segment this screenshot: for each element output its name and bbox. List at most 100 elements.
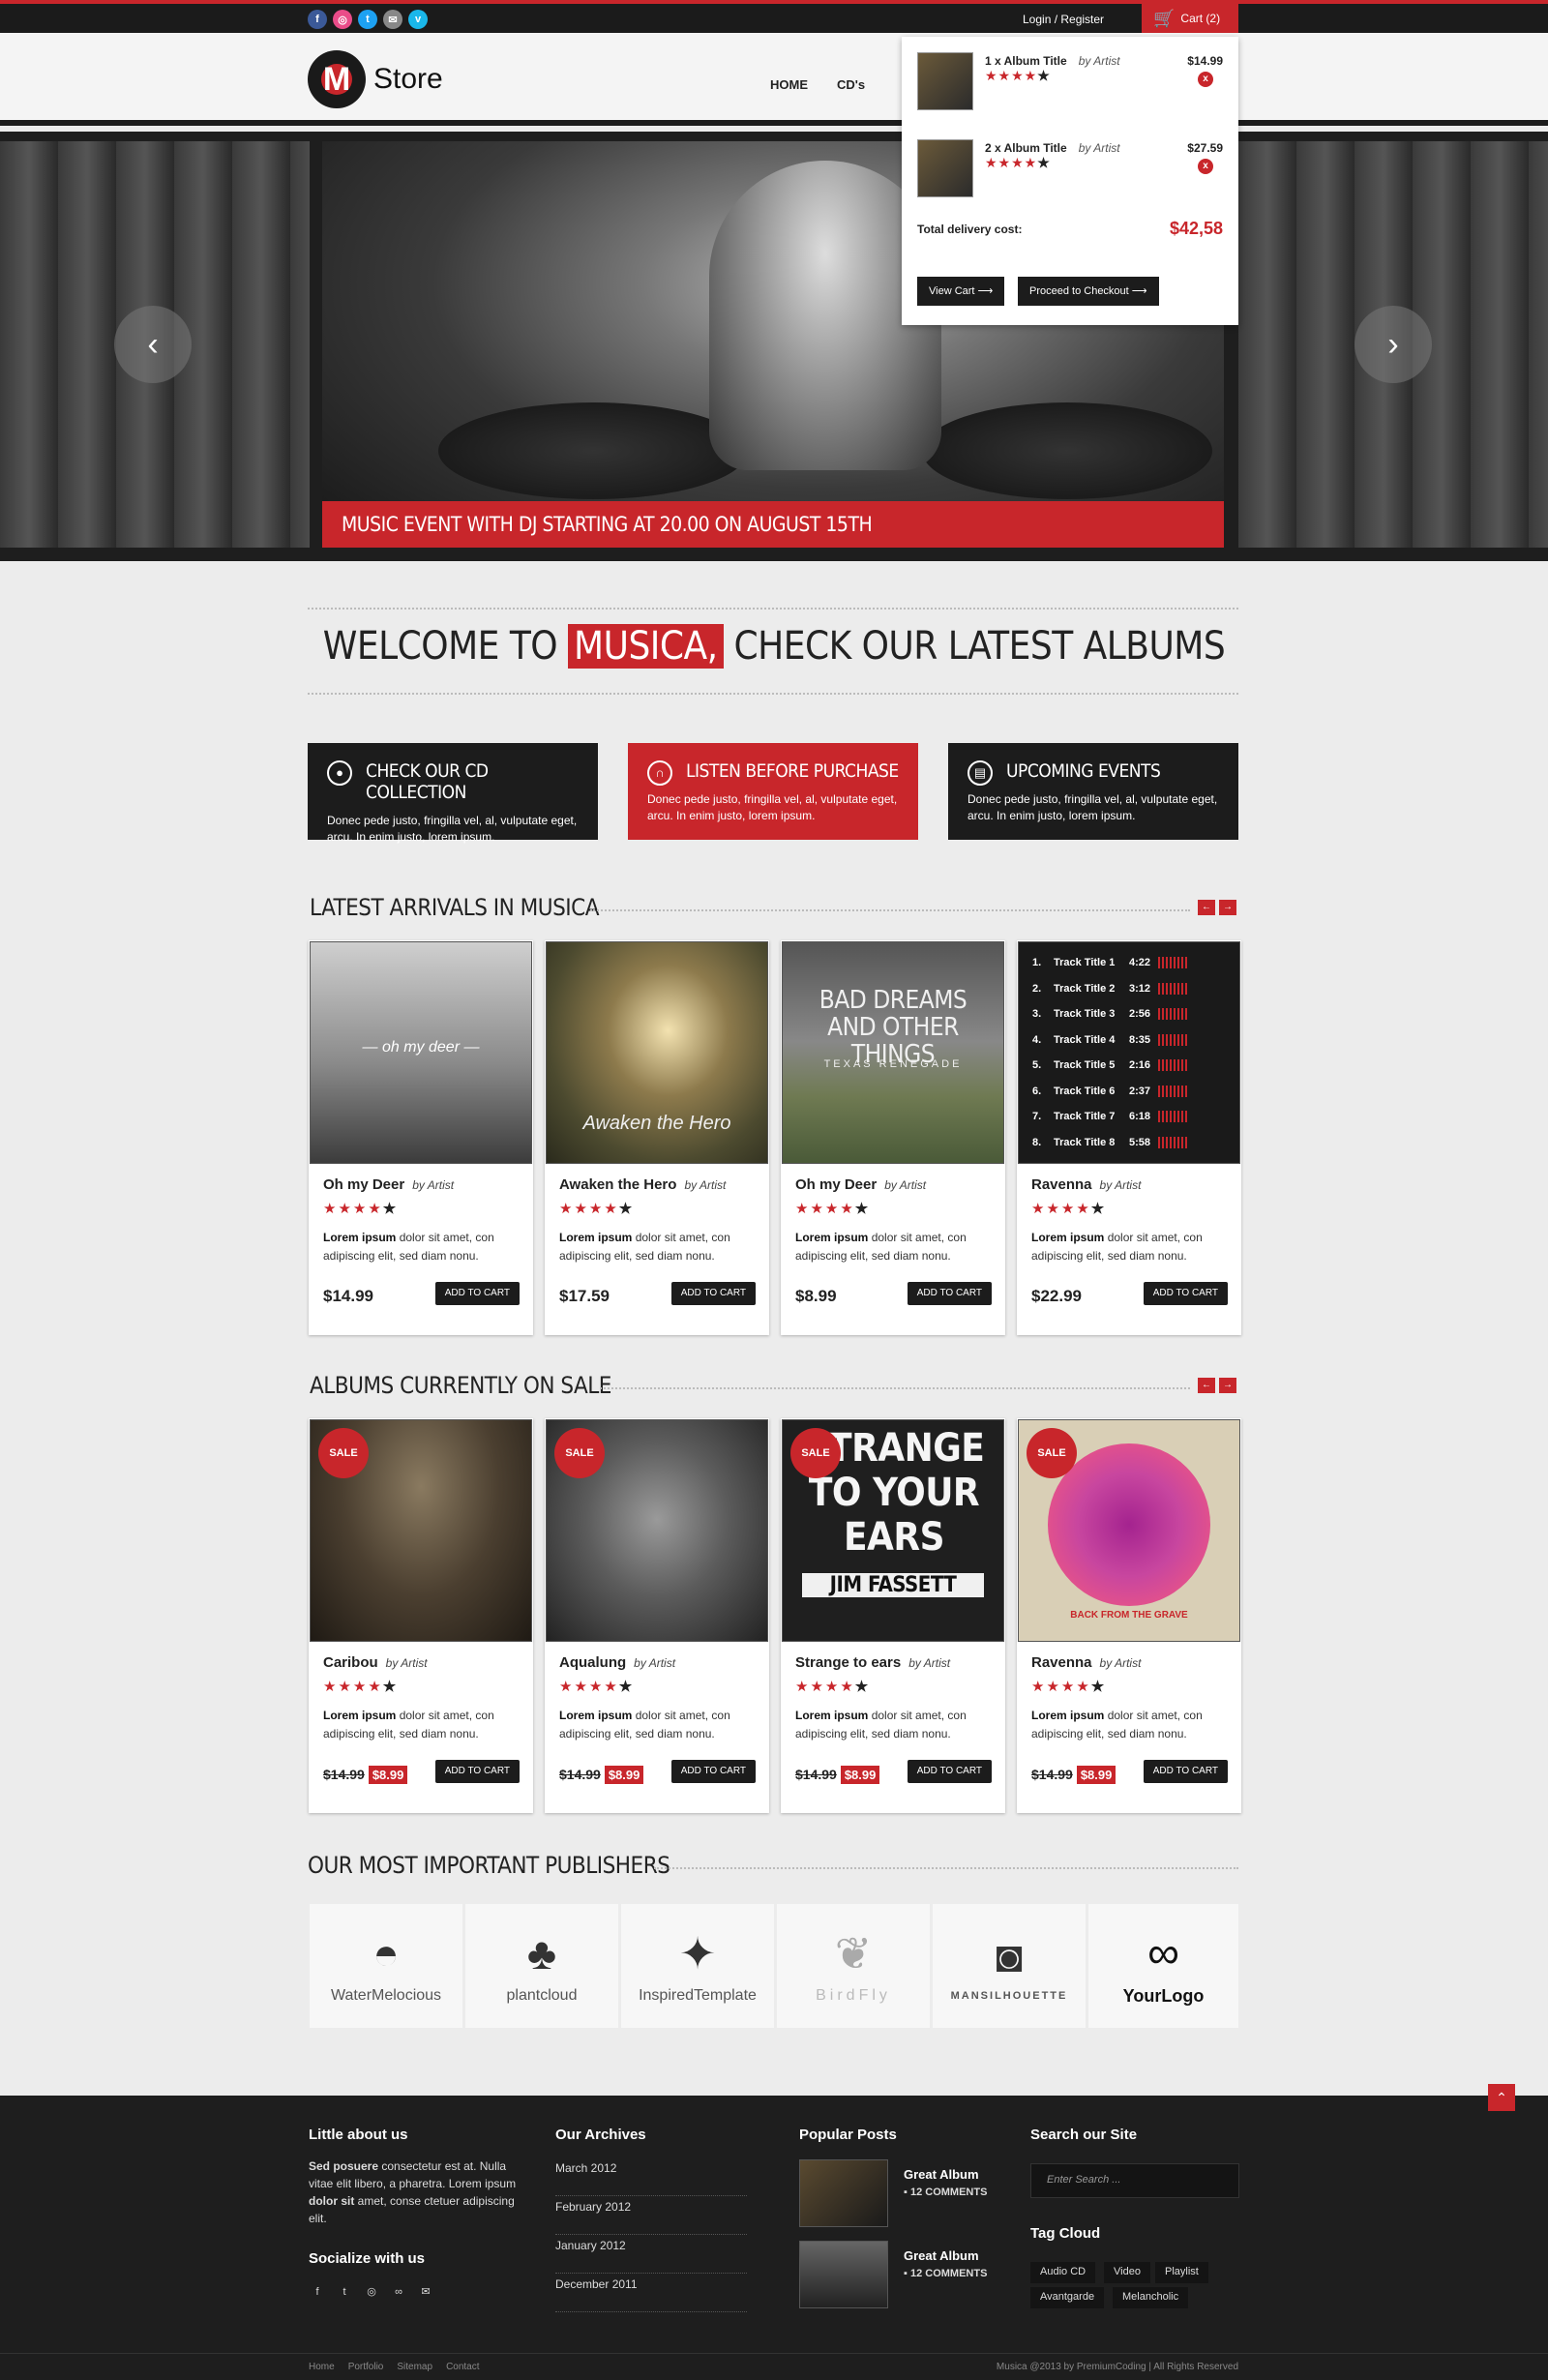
feature-events[interactable]: ▤ UPCOMING EVENTS Donec pede justo, frin… <box>948 743 1238 840</box>
publisher-logo[interactable]: ◙ MANSILHOUETTE <box>933 1904 1086 2028</box>
footer-link-sitemap[interactable]: Sitemap <box>397 2362 432 2372</box>
headphones-icon: ∩ <box>647 760 672 786</box>
hero-next-button[interactable]: › <box>1354 306 1432 383</box>
watermelon-icon: ◓ <box>372 1928 400 1978</box>
album-title[interactable]: Oh my Deer <box>795 1176 877 1193</box>
add-to-cart-button[interactable]: ADD TO CART <box>1143 1282 1228 1305</box>
publisher-logo[interactable]: ♣ plantcloud <box>465 1904 618 2028</box>
add-to-cart-button[interactable]: ADD TO CART <box>434 1760 520 1783</box>
vimeo-icon[interactable]: v <box>408 10 428 29</box>
about-heading: Little about us <box>309 2127 408 2143</box>
add-to-cart-button[interactable]: ADD TO CART <box>434 1282 520 1305</box>
feature-text: Donec pede justo, fringilla vel, al, vul… <box>327 814 578 844</box>
footer-link-portfolio[interactable]: Portfolio <box>348 2362 384 2372</box>
facebook-icon[interactable]: f <box>309 2283 326 2301</box>
header: M Store HOME CD's <box>0 33 1548 126</box>
track-row[interactable]: 3. Track Title 3 2:56 <box>1032 1001 1226 1027</box>
cart-button[interactable]: 🛒 Cart (2) <box>1142 0 1238 37</box>
remove-item-button[interactable]: x <box>1198 159 1213 174</box>
add-to-cart-button[interactable]: ADD TO CART <box>907 1760 992 1783</box>
cart-icon: 🛒 <box>1153 8 1176 28</box>
archive-link[interactable]: December 2011 <box>555 2274 747 2312</box>
album-cover[interactable]: — oh my deer — <box>310 941 532 1164</box>
feature-listen[interactable]: ∩ LISTEN BEFORE PURCHASE Donec pede just… <box>628 743 918 840</box>
publisher-logo[interactable]: ✦ InspiredTemplate <box>621 1904 774 2028</box>
album-title[interactable]: Aqualung <box>559 1654 626 1671</box>
tracklist-cover[interactable]: 1. Track Title 1 4:22 2. Track Title 2 3:12 … <box>1018 941 1240 1164</box>
archive-link[interactable]: January 2012 <box>555 2235 747 2274</box>
archive-link[interactable]: March 2012 <box>555 2157 747 2196</box>
album-title[interactable]: Oh my Deer <box>323 1176 404 1193</box>
login-register-link[interactable]: Login / Register <box>1023 13 1104 26</box>
publisher-logo[interactable]: ❦ BirdFly <box>777 1904 930 2028</box>
feature-cd-collection[interactable]: ● CHECK OUR CD COLLECTION Donec pede jus… <box>308 743 598 844</box>
footer-nav: Home Portfolio Sitemap Contact <box>309 2362 480 2372</box>
album-price: $14.99 <box>323 1287 373 1305</box>
publisher-logo[interactable]: ∞ YourLogo <box>1088 1904 1238 2028</box>
hero-prev-button[interactable]: ‹ <box>114 306 192 383</box>
facebook-icon[interactable]: f <box>308 10 327 29</box>
divider <box>590 909 1190 911</box>
prev-arrow-icon[interactable]: ← <box>1198 900 1215 915</box>
album-title[interactable]: Strange to ears <box>795 1654 901 1671</box>
album-artist: by Artist <box>1099 1178 1142 1192</box>
track-row[interactable]: 4. Track Title 4 8:35 <box>1032 1027 1226 1054</box>
add-to-cart-button[interactable]: ADD TO CART <box>670 1282 756 1305</box>
nav-cds[interactable]: CD's <box>837 77 865 92</box>
add-to-cart-button[interactable]: ADD TO CART <box>670 1760 756 1783</box>
add-to-cart-button[interactable]: ADD TO CART <box>907 1282 992 1305</box>
album-cover[interactable]: BAD DREAMS AND OTHER THINGS TEXAS RENEGA… <box>782 941 1004 1164</box>
dribbble-icon[interactable]: ◎ <box>363 2283 380 2301</box>
track-row[interactable]: 2. Track Title 2 3:12 <box>1032 976 1226 1002</box>
post-comments: 12 COMMENTS <box>909 2187 988 2198</box>
email-icon[interactable]: ✉ <box>383 10 402 29</box>
album-price: $17.59 <box>559 1287 610 1305</box>
album-title[interactable]: Awaken the Hero <box>559 1176 676 1193</box>
tag-link[interactable]: Playlist <box>1155 2262 1208 2283</box>
footer-link-home[interactable]: Home <box>309 2362 335 2372</box>
album-title[interactable]: Caribou <box>323 1654 378 1671</box>
back-to-top-button[interactable]: ⌃ <box>1488 2084 1515 2111</box>
album-description: Lorem ipsum dolor sit amet, con adipisci… <box>1031 1231 1203 1263</box>
track-row[interactable]: 7. Track Title 7 6:18 <box>1032 1104 1226 1130</box>
tag-link[interactable]: Video <box>1104 2262 1150 2283</box>
tag-link[interactable]: Audio CD <box>1030 2262 1096 2283</box>
twitter-icon[interactable]: t <box>336 2283 353 2301</box>
footer-link-contact[interactable]: Contact <box>446 2362 479 2372</box>
track-row[interactable]: 5. Track Title 5 2:16 <box>1032 1053 1226 1079</box>
album-cover[interactable]: Awaken the Hero <box>546 941 768 1164</box>
nav-home[interactable]: HOME <box>770 77 808 92</box>
next-arrow-icon[interactable]: → <box>1219 1378 1236 1393</box>
remove-item-button[interactable]: x <box>1198 72 1213 87</box>
next-arrow-icon[interactable]: → <box>1219 900 1236 915</box>
publisher-logo[interactable]: ◓ WaterMelocious <box>310 1904 462 2028</box>
old-price: $14.99 <box>795 1767 837 1782</box>
album-artist: by Artist <box>412 1178 455 1192</box>
checkout-button[interactable]: Proceed to Checkout ⟶ <box>1018 277 1159 306</box>
track-row[interactable]: 6. Track Title 6 2:37 <box>1032 1079 1226 1105</box>
tag-link[interactable]: Melancholic <box>1113 2287 1189 2308</box>
album-title[interactable]: Ravenna <box>1031 1176 1092 1193</box>
album-artist: by Artist <box>908 1656 951 1670</box>
product-card: SALE Caribou by Artist ★★★★★ Lorem ipsum … <box>309 1418 533 1813</box>
old-price: $14.99 <box>323 1767 365 1782</box>
prev-arrow-icon[interactable]: ← <box>1198 1378 1215 1393</box>
logo[interactable]: M Store <box>308 50 443 108</box>
search-input[interactable]: Enter Search ... <box>1030 2163 1239 2198</box>
flickr-icon[interactable]: ∞ <box>390 2283 407 2301</box>
add-to-cart-button[interactable]: ADD TO CART <box>1143 1760 1228 1783</box>
track-row[interactable]: 8. Track Title 8 5:58 <box>1032 1130 1226 1156</box>
track-row[interactable]: 1. Track Title 1 4:22 <box>1032 950 1226 976</box>
feature-text: Donec pede justo, fringilla vel, al, vul… <box>968 792 1218 822</box>
archive-link[interactable]: February 2012 <box>555 2196 747 2235</box>
dribbble-icon[interactable]: ◎ <box>333 10 352 29</box>
twitter-icon[interactable]: t <box>358 10 377 29</box>
cart-item-cover <box>917 52 973 110</box>
email-icon[interactable]: ✉ <box>417 2283 434 2301</box>
popular-post[interactable]: Great Album ▪ 12 COMMENTS <box>799 2159 1002 2233</box>
view-cart-button[interactable]: View Cart ⟶ <box>917 277 1005 306</box>
album-description: Lorem ipsum dolor sit amet, con adipisci… <box>323 1709 494 1740</box>
popular-post[interactable]: Great Album ▪ 12 COMMENTS <box>799 2241 1002 2314</box>
tag-link[interactable]: Avantgarde <box>1030 2287 1105 2308</box>
album-title[interactable]: Ravenna <box>1031 1654 1092 1671</box>
